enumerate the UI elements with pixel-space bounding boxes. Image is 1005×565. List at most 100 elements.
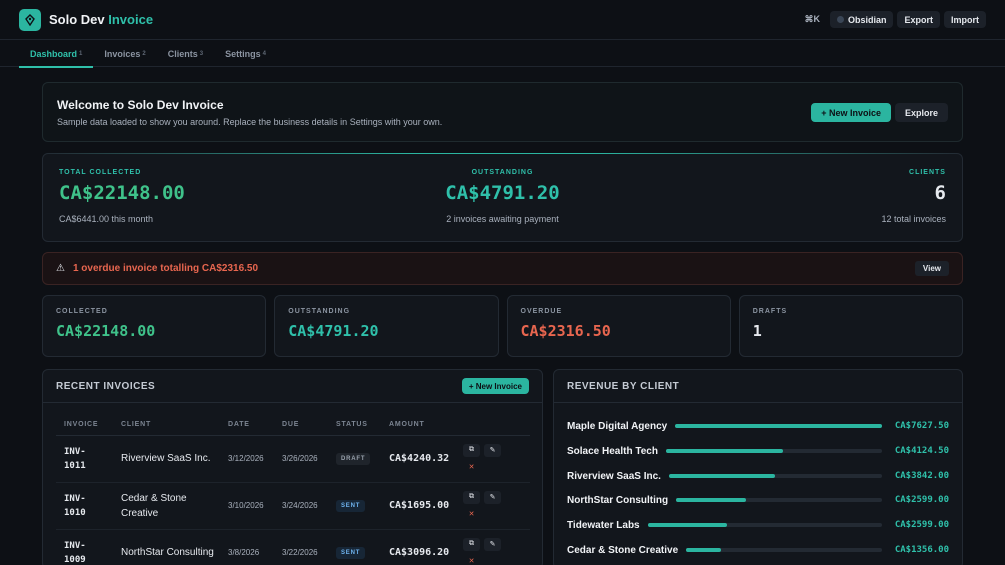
revenue-client-name: Riverview SaaS Inc. — [567, 470, 661, 482]
outstanding-card: OUTSTANDING CA$4791.20 — [274, 295, 499, 357]
collected-card: COLLECTED CA$22148.00 — [42, 295, 267, 357]
delete-icon[interactable]: ✕ — [463, 461, 480, 474]
metric-cards: COLLECTED CA$22148.00 OUTSTANDING CA$479… — [42, 295, 963, 357]
revenue-bar — [668, 474, 776, 478]
warning-icon: ⚠ — [56, 263, 65, 274]
duplicate-icon[interactable]: ⧉ — [463, 443, 480, 457]
tab-number: 1 — [79, 51, 83, 57]
column-header[interactable]: AMOUNT — [381, 415, 455, 436]
stat-label: TOTAL COLLECTED — [59, 169, 142, 176]
tab-number: 4 — [262, 51, 266, 57]
tab-label: Invoices — [104, 49, 141, 59]
invoice-date: 3/10/2026 — [220, 482, 274, 530]
invoices-table: INVOICE CLIENT DATE DUE STATUS AMOUNT IN… — [56, 415, 530, 565]
revenue-bar — [686, 548, 722, 552]
tab-label: Dashboard — [30, 49, 78, 59]
due-date: 3/22/2026 — [274, 529, 328, 565]
invoice-date: 3/8/2026 — [220, 529, 274, 565]
status-cell: SENT — [328, 529, 381, 565]
theme-button[interactable]: Obsidian — [829, 11, 894, 28]
theme-label: Obsidian — [847, 14, 887, 25]
revenue-row: Riverview SaaS Inc. CA$3842.00 — [567, 469, 949, 483]
view-overdue-button[interactable]: View — [914, 261, 949, 276]
table-row[interactable]: INV- 1010 Cedar & Stone Creative 3/10/202… — [56, 482, 530, 530]
status-badge: SENT — [336, 500, 366, 512]
revenue-amount: CA$7627.50 — [894, 421, 949, 431]
column-header[interactable]: INVOICE — [56, 415, 113, 436]
summary-panel: TOTAL COLLECTED CA$22148.00 CA$6441.00 t… — [42, 153, 963, 242]
overdue-alert: ⚠ 1 overdue invoice totalling CA$2316.50… — [42, 252, 963, 285]
edit-icon[interactable]: ✎ — [484, 490, 501, 504]
invoice-number[interactable]: INV- 1009 — [56, 529, 113, 565]
revenue-bar-track — [668, 474, 882, 478]
revenue-amount: CA$3842.00 — [894, 471, 949, 481]
card-value: CA$4791.20 — [288, 322, 379, 340]
invoice-id: 1011 — [64, 460, 86, 471]
outstanding-stat: OUTSTANDING CA$4791.20 2 invoices awaiti… — [349, 154, 655, 241]
status-cell: DRAFT — [328, 435, 381, 483]
brand-name: Solo Dev Invoice — [49, 12, 153, 27]
recent-invoices-panel: RECENT INVOICES + New Invoice INVOICE CL… — [42, 369, 543, 565]
revenue-by-client-panel: REVENUE BY CLIENT Maple Digital Agency C… — [553, 369, 963, 565]
overdue-card: OVERDUE CA$2316.50 — [506, 295, 731, 357]
recent-invoices-title: RECENT INVOICES — [56, 380, 156, 392]
top-bar: Solo Dev Invoice ⌘K Obsidian Export Impo… — [0, 0, 1005, 40]
revenue-title: REVENUE BY CLIENT — [567, 380, 680, 392]
invoice-id: 1009 — [64, 554, 86, 565]
logo-icon[interactable] — [19, 8, 41, 31]
due-date: 3/26/2026 — [274, 435, 328, 483]
revenue-bar-track — [675, 424, 882, 428]
explore-button[interactable]: Explore — [894, 103, 948, 122]
overdue-message: 1 overdue invoice totalling CA$2316.50 — [72, 263, 259, 274]
delete-icon[interactable]: ✕ — [463, 508, 480, 521]
column-header[interactable]: DUE — [274, 415, 328, 436]
tab-number: 3 — [199, 51, 204, 57]
revenue-amount: CA$1356.00 — [894, 545, 949, 555]
table-row[interactable]: INV- 1011 Riverview SaaS Inc. 3/12/2026 3… — [56, 435, 530, 483]
status-cell: SENT — [328, 482, 381, 530]
tab-clients[interactable]: Clients 3 — [157, 41, 214, 67]
duplicate-icon[interactable]: ⧉ — [463, 490, 480, 504]
delete-icon[interactable]: ✕ — [463, 555, 480, 565]
revenue-row: NorthStar Consulting CA$2599.00 — [567, 493, 949, 507]
tab-invoices[interactable]: Invoices 2 — [93, 41, 156, 67]
revenue-row: Cedar & Stone Creative CA$1356.00 — [567, 543, 949, 557]
command-shortcut[interactable]: ⌘K — [804, 14, 820, 25]
clients-stat: CLIENTS 6 12 total invoices — [656, 154, 962, 241]
nav-tabs: Dashboard 1 Invoices 2 Clients 3 Settings 4 — [0, 41, 1005, 68]
duplicate-icon[interactable]: ⧉ — [463, 537, 480, 551]
new-invoice-button[interactable]: + New Invoice — [811, 103, 891, 122]
stat-label: OUTSTANDING — [471, 169, 534, 176]
column-header[interactable]: STATUS — [328, 415, 381, 436]
revenue-row: Tidewater Labs CA$2599.00 — [567, 518, 949, 532]
status-badge: SENT — [336, 547, 366, 559]
stat-value: 6 — [934, 182, 946, 204]
tab-dashboard[interactable]: Dashboard 1 — [19, 41, 94, 68]
revenue-row: Maple Digital Agency CA$7627.50 — [567, 419, 949, 433]
tab-number: 2 — [142, 51, 146, 57]
edit-icon[interactable]: ✎ — [484, 443, 501, 457]
revenue-bar-track — [686, 548, 882, 552]
export-button[interactable]: Export — [897, 11, 940, 28]
import-button[interactable]: Import — [944, 11, 986, 28]
revenue-client-name: Maple Digital Agency — [567, 420, 668, 432]
revenue-row: Solace Health Tech CA$4124.50 — [567, 444, 949, 458]
revenue-bar-track — [665, 449, 882, 453]
revenue-amount: CA$2599.00 — [894, 495, 949, 505]
brand-main: Solo Dev — [49, 12, 105, 27]
revenue-bar — [675, 424, 882, 428]
card-label: COLLECTED — [56, 308, 108, 315]
revenue-bar — [676, 498, 747, 502]
column-header[interactable]: CLIENT — [113, 415, 220, 436]
table-row[interactable]: INV- 1009 NorthStar Consulting 3/8/2026 3… — [56, 529, 530, 565]
invoice-number[interactable]: INV- 1011 — [56, 435, 113, 483]
stat-sub: 12 total invoices — [881, 214, 946, 224]
edit-icon[interactable]: ✎ — [484, 537, 501, 551]
column-header[interactable]: DATE — [220, 415, 274, 436]
revenue-amount: CA$2599.00 — [894, 520, 949, 530]
revenue-client-name: Solace Health Tech — [567, 445, 658, 457]
invoice-number[interactable]: INV- 1010 — [56, 482, 113, 530]
panel-new-invoice-button[interactable]: + New Invoice — [461, 378, 529, 394]
stat-value: CA$22148.00 — [59, 182, 185, 204]
tab-settings[interactable]: Settings 4 — [214, 41, 277, 67]
